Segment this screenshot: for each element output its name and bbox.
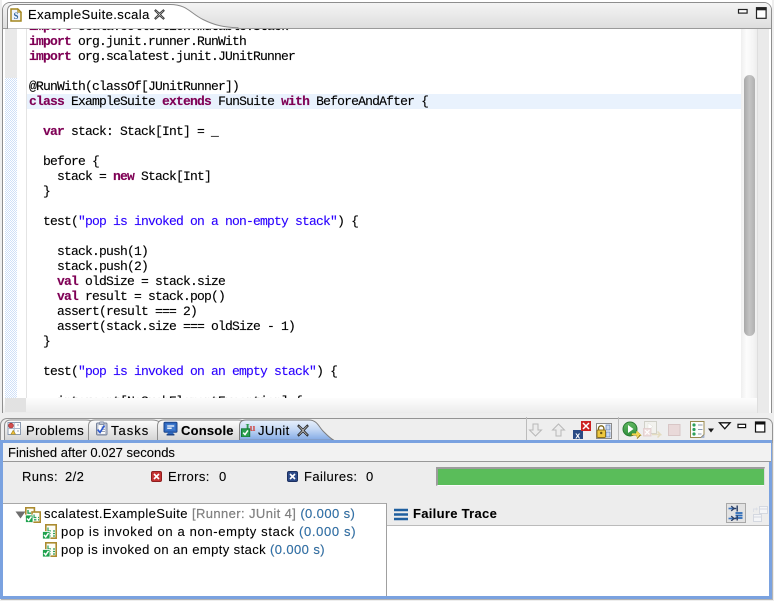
svg-text:x: x (575, 431, 580, 440)
svg-text:S: S (13, 11, 18, 21)
